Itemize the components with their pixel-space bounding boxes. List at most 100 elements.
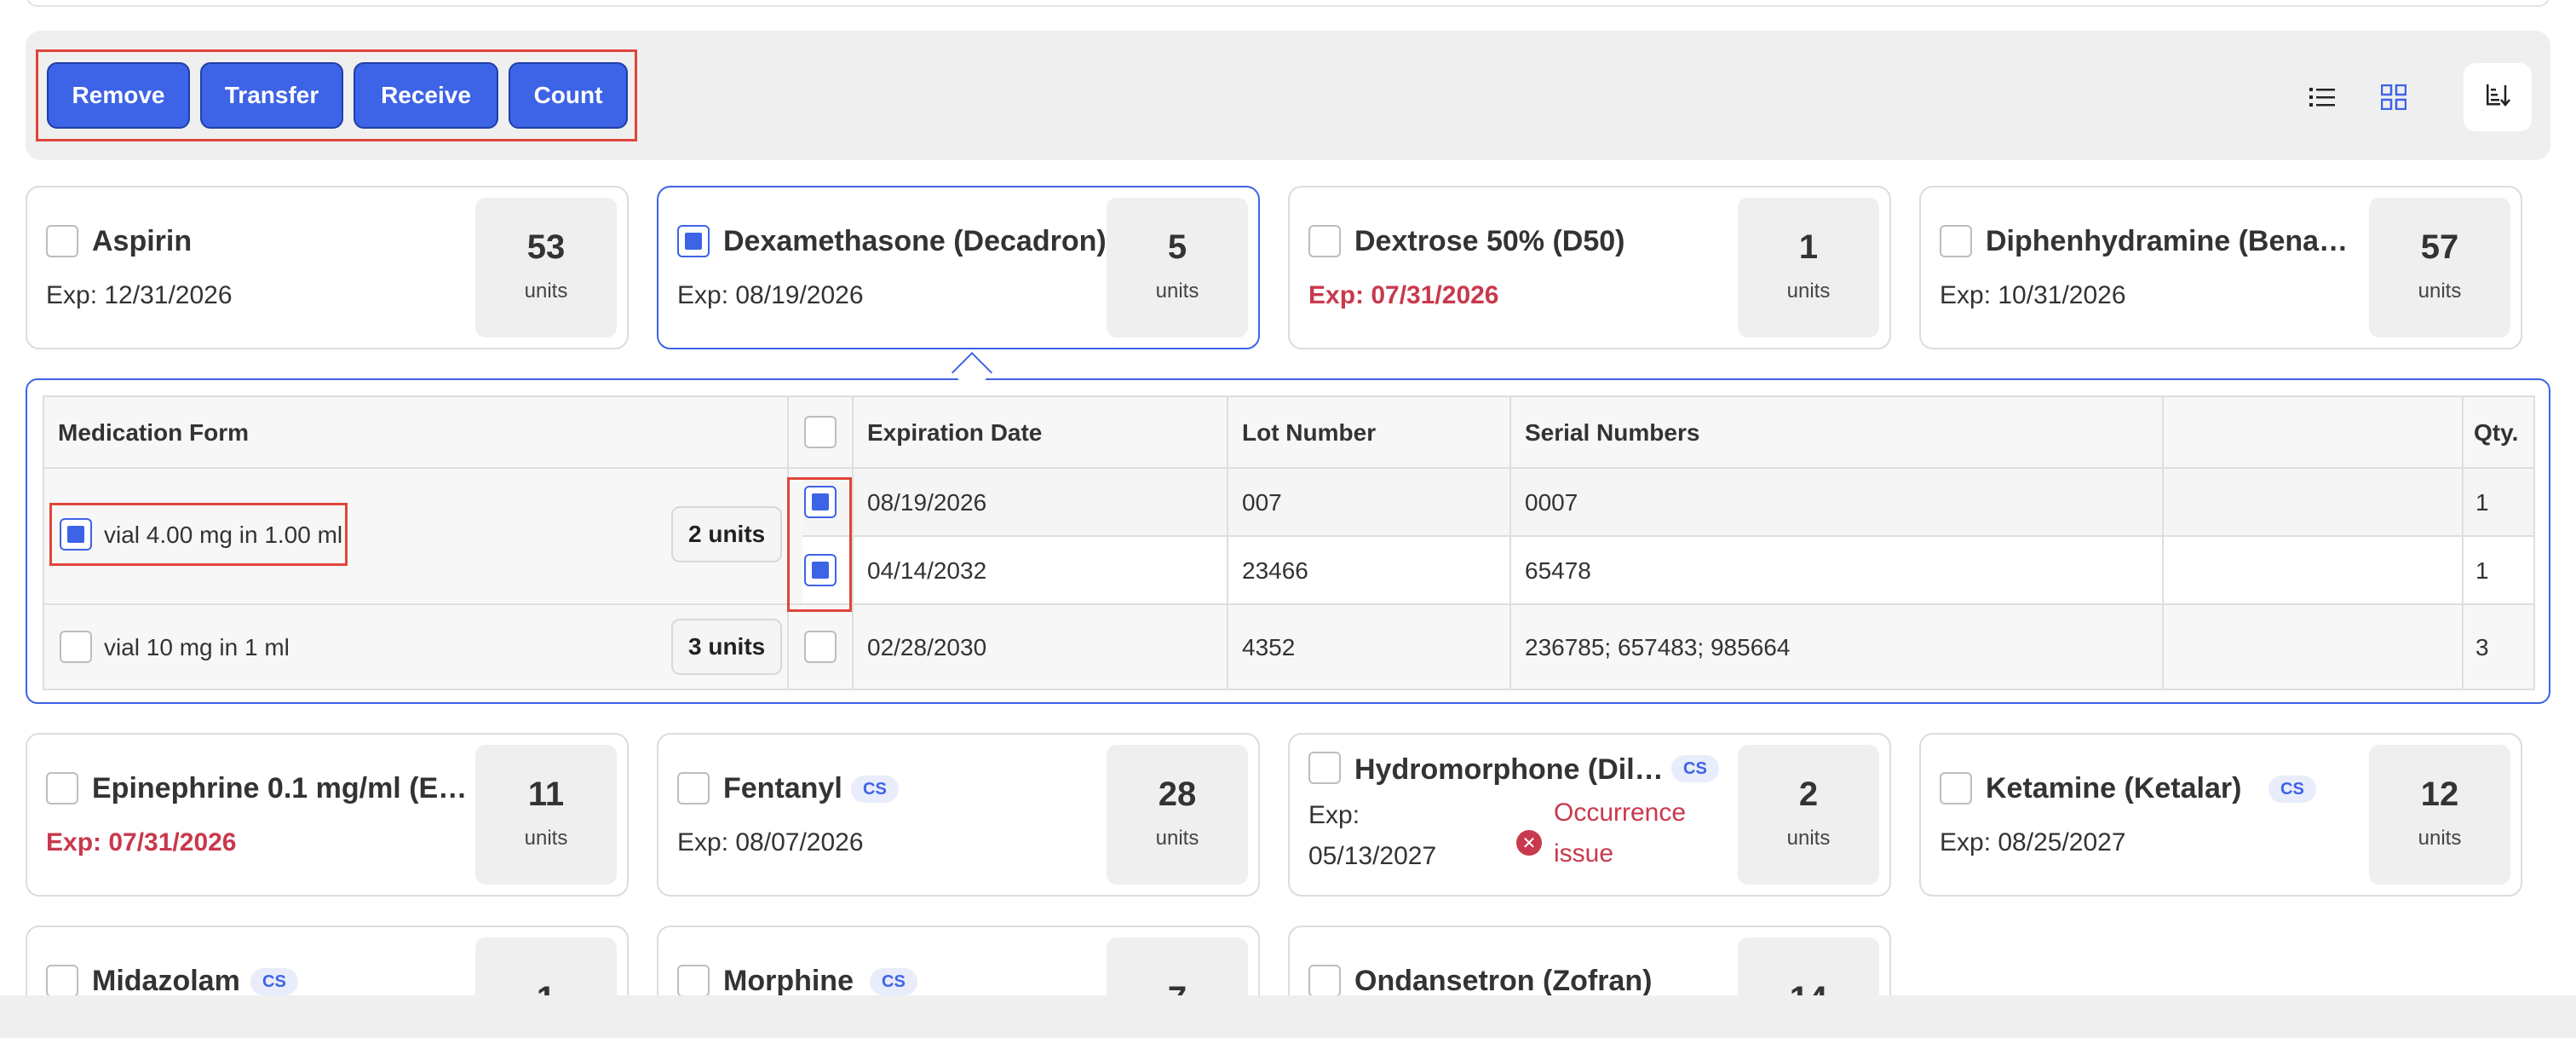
- header-medication-form: Medication Form: [58, 419, 250, 446]
- row-divider: [44, 603, 2533, 605]
- quantity-box: 11 units: [475, 745, 617, 885]
- medication-name: Morphine: [723, 965, 854, 997]
- occurrence-issue-line2[interactable]: issue: [1554, 833, 1613, 874]
- controlled-substance-badge: CS: [1671, 755, 1719, 782]
- expiration-text: Exp: 07/31/2026: [1308, 281, 1499, 309]
- quantity-value: 28: [1158, 776, 1197, 813]
- grid-view-icon[interactable]: [2377, 80, 2411, 114]
- card-checkbox[interactable]: [677, 772, 710, 804]
- quantity-box: 57 units: [2369, 198, 2510, 337]
- transfer-button[interactable]: Transfer: [200, 62, 343, 129]
- form-checkbox[interactable]: [60, 631, 92, 663]
- count-button[interactable]: Count: [509, 62, 628, 129]
- lot-row-checkbox[interactable]: [804, 486, 837, 518]
- medication-name: Midazolam: [92, 965, 240, 997]
- receive-button[interactable]: Receive: [354, 62, 498, 129]
- expiration-text: Exp: 08/25/2027: [1940, 828, 2126, 856]
- expiration-text: Exp: 07/31/2026: [46, 828, 237, 856]
- select-all-checkbox[interactable]: [804, 416, 837, 448]
- medication-card-ketamine[interactable]: Ketamine (Ketalar) CS Exp: 08/25/2027 12…: [1919, 733, 2522, 897]
- medication-card-aspirin[interactable]: Aspirin Exp: 12/31/2026 53 units: [26, 186, 629, 349]
- card-checkbox[interactable]: [46, 225, 78, 257]
- quantity-box: 2 units: [1738, 745, 1879, 885]
- card-checkbox[interactable]: [46, 772, 78, 804]
- form-label: vial 10 mg in 1 ml: [104, 634, 290, 660]
- medication-detail-panel: Medication Form Expiration Date Lot Numb…: [26, 378, 2550, 704]
- sort-button[interactable]: [2464, 63, 2532, 131]
- quantity-value: 12: [2420, 776, 2459, 813]
- expiration-text: Exp: 12/31/2026: [46, 281, 233, 309]
- column-divider: [1509, 397, 1511, 689]
- quantity-unit: units: [524, 827, 568, 850]
- controlled-substance-badge: CS: [250, 968, 298, 995]
- remove-button[interactable]: Remove: [47, 62, 190, 129]
- card-checkbox[interactable]: [1308, 752, 1341, 784]
- medication-card-dexamethasone[interactable]: Dexamethasone (Decadron) Exp: 08/19/2026…: [657, 186, 1260, 349]
- medication-card-epinephrine[interactable]: Epinephrine 0.1 mg/ml (Epi… Exp: 07/31/2…: [26, 733, 629, 897]
- row-divider: [802, 535, 2533, 537]
- previous-panel-edge: [26, 0, 2550, 7]
- form-units-pill: 3 units: [671, 619, 783, 675]
- card-checkbox[interactable]: [1940, 225, 1972, 257]
- list-view-icon[interactable]: [2305, 80, 2339, 114]
- quantity-value: 53: [526, 228, 566, 266]
- form-checkbox[interactable]: [60, 518, 92, 551]
- sort-icon: [2484, 82, 2511, 113]
- medication-name: Dextrose 50% (D50): [1354, 225, 1625, 257]
- medication-name: Dexamethasone (Decadron): [723, 225, 1107, 257]
- header-lot-number: Lot Number: [1242, 419, 1377, 446]
- lot-serials: 0007: [1525, 489, 1578, 516]
- lot-quantity: 3: [2475, 634, 2489, 660]
- quantity-unit: units: [1155, 827, 1199, 850]
- quantity-unit: units: [2418, 280, 2462, 303]
- medication-card-fentanyl[interactable]: Fentanyl CS Exp: 08/07/2026 28 units: [657, 733, 1260, 897]
- lot-row-checkbox[interactable]: [804, 631, 837, 663]
- lot-number: 4352: [1242, 634, 1296, 660]
- quantity-value: 5: [1167, 228, 1187, 266]
- card-checkbox[interactable]: [1308, 225, 1341, 257]
- controlled-substance-badge: CS: [851, 776, 899, 803]
- header-expiration-date: Expiration Date: [867, 419, 1043, 446]
- medication-name: Epinephrine 0.1 mg/ml (Epi…: [92, 772, 475, 804]
- lot-quantity: 1: [2475, 489, 2489, 516]
- expiration-label: Exp:: [1308, 801, 1360, 829]
- medication-card-hydromorphone[interactable]: Hydromorphone (Dila… CS Exp: 05/13/2027 …: [1288, 733, 1891, 897]
- lot-quantity: 1: [2475, 557, 2489, 584]
- card-checkbox[interactable]: [1940, 772, 1972, 804]
- medication-name: Aspirin: [92, 225, 193, 257]
- lot-expiration: 02/28/2030: [867, 634, 987, 660]
- quantity-value: 1: [1798, 228, 1819, 266]
- occurrence-issue-line1[interactable]: Occurrence: [1554, 793, 1686, 833]
- quantity-box: 5 units: [1107, 198, 1248, 337]
- card-checkbox[interactable]: [677, 965, 710, 997]
- column-divider: [852, 397, 854, 689]
- lot-row-checkbox[interactable]: [804, 554, 837, 586]
- expiration-text: Exp: 10/31/2026: [1940, 281, 2126, 309]
- quantity-unit: units: [1786, 280, 1831, 303]
- medication-card-diphenhydramine[interactable]: Diphenhydramine (Benadr… Exp: 10/31/2026…: [1919, 186, 2522, 349]
- lot-table: Medication Form Expiration Date Lot Numb…: [43, 395, 2535, 690]
- table-row-background: [802, 467, 2533, 535]
- quantity-box: 1 units: [1738, 198, 1879, 337]
- quantity-box: 28 units: [1107, 745, 1248, 885]
- medication-card-dextrose[interactable]: Dextrose 50% (D50) Exp: 07/31/2026 1 uni…: [1288, 186, 1891, 349]
- lot-serials: 236785; 657483; 985664: [1525, 634, 1791, 660]
- column-divider: [2162, 397, 2164, 689]
- card-checkbox[interactable]: [677, 225, 710, 257]
- error-icon: ✕: [1516, 830, 1542, 856]
- action-button-group: Remove Transfer Receive Count: [36, 49, 637, 141]
- row-divider: [44, 467, 2533, 469]
- medication-name: Ketamine (Ketalar): [1986, 772, 2242, 804]
- header-serial-numbers: Serial Numbers: [1525, 419, 1700, 446]
- expiration-text: Exp: 08/19/2026: [677, 281, 864, 309]
- controlled-substance-badge: CS: [2268, 776, 2316, 803]
- card-checkbox[interactable]: [1308, 965, 1341, 997]
- expiration-date: 05/13/2027: [1308, 842, 1437, 870]
- controlled-substance-badge: CS: [870, 968, 917, 995]
- card-checkbox[interactable]: [46, 965, 78, 997]
- lot-number: 007: [1242, 489, 1282, 516]
- lot-expiration: 04/14/2032: [867, 557, 987, 584]
- medication-name: Diphenhydramine (Benadr…: [1986, 225, 2360, 257]
- column-divider: [1227, 397, 1228, 689]
- expiration-text: Exp: 08/07/2026: [677, 828, 864, 856]
